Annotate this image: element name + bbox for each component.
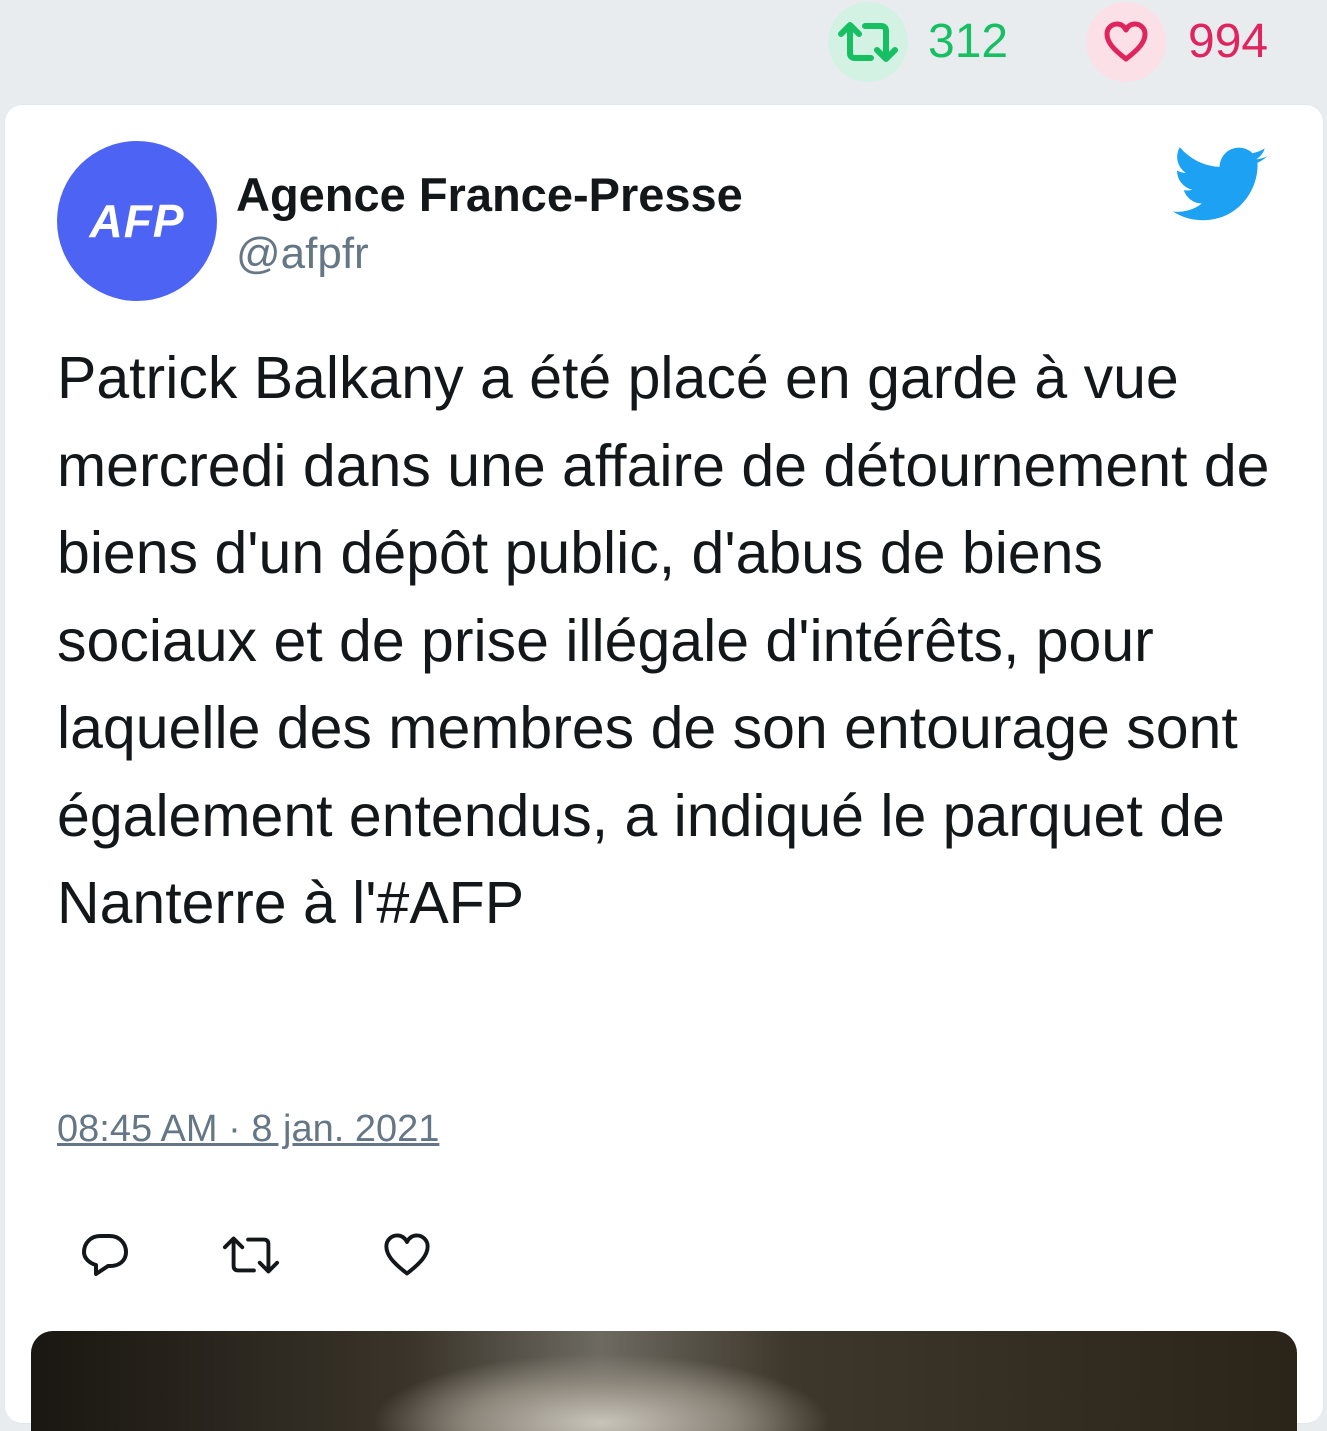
like-stat[interactable]: 994 <box>1086 2 1268 82</box>
reply-icon <box>82 1234 128 1276</box>
media-photo-subject <box>371 1353 831 1431</box>
author-handle[interactable]: @afpfr <box>236 229 369 279</box>
like-count: 994 <box>1188 15 1269 68</box>
tweet-text: Patrick Balkany a été placé en garde à v… <box>57 345 1270 936</box>
heart-stat-icon <box>1086 2 1166 82</box>
avatar-logo-text: AFP <box>89 195 185 247</box>
reply-button[interactable] <box>75 1225 135 1285</box>
tweet-timestamp[interactable]: 08:45 AM · 8 jan. 2021 <box>57 1108 439 1151</box>
like-button[interactable] <box>377 1225 437 1285</box>
retweet-stat-icon <box>828 2 908 82</box>
avatar[interactable]: AFP <box>57 141 217 301</box>
tweet-card: AFP Agence France-Presse @afpfr Patrick … <box>4 104 1324 1431</box>
tweet-media-image[interactable] <box>31 1331 1297 1431</box>
retweet-count: 312 <box>928 15 1009 68</box>
retweet-stat[interactable]: 312 <box>828 2 1008 82</box>
author-name[interactable]: Agence France-Presse <box>236 167 743 222</box>
retweet-button[interactable] <box>221 1225 281 1285</box>
engagement-stats-bar: 312 994 <box>0 0 1327 104</box>
retweet-icon <box>222 1236 280 1274</box>
twitter-bird-icon[interactable] <box>1173 147 1269 227</box>
heart-icon <box>384 1233 430 1276</box>
